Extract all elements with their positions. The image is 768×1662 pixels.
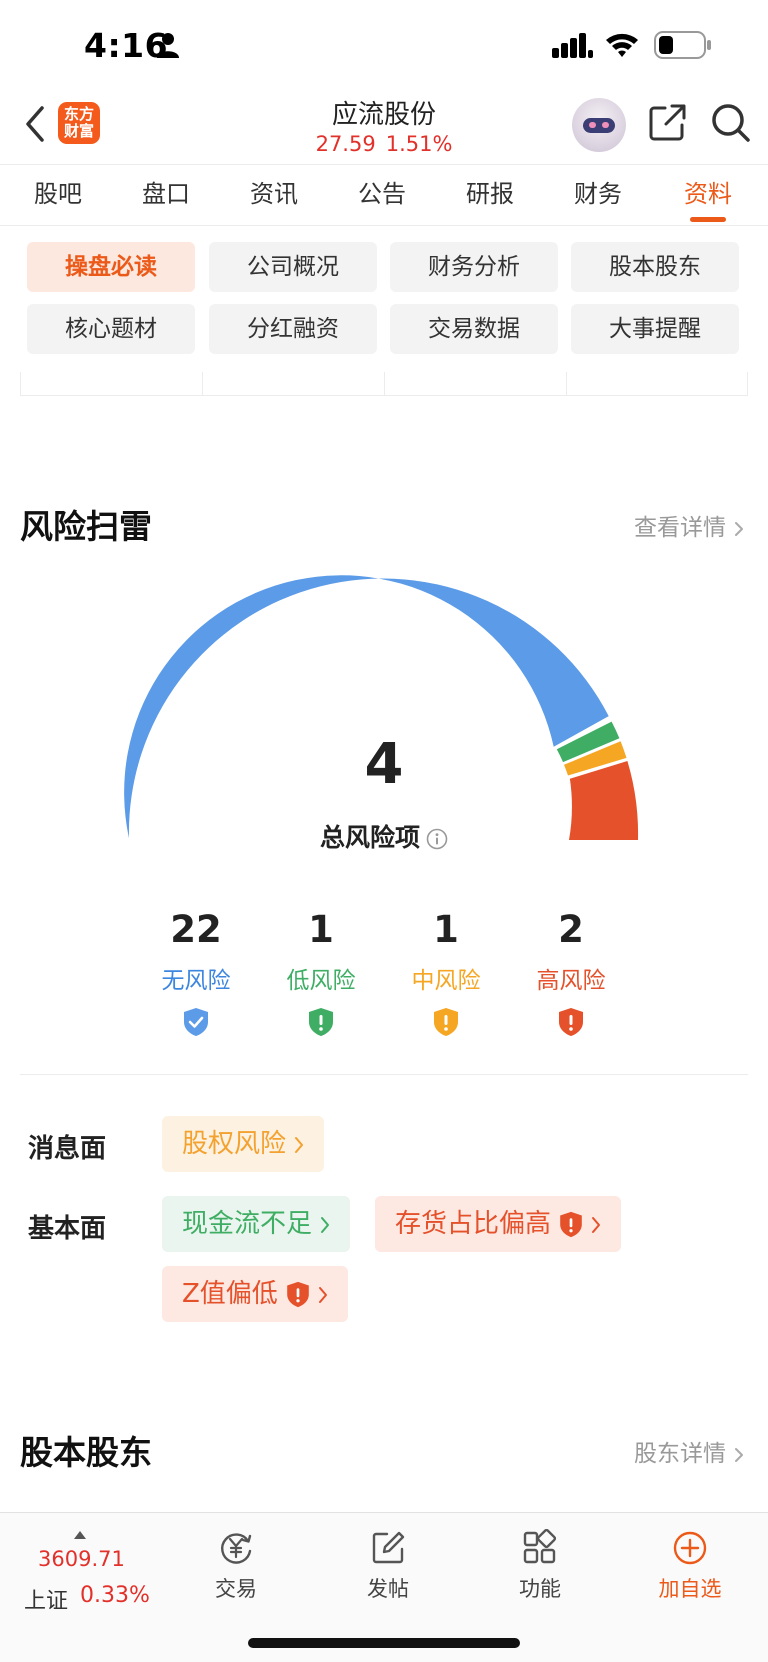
chip-dividends-financing[interactable]: 分红融资 bbox=[209, 304, 377, 354]
tag-text: 存货占比偏高 bbox=[395, 1209, 552, 1239]
share-icon[interactable] bbox=[648, 102, 688, 142]
stat-count: 1 bbox=[308, 908, 334, 951]
ai-assistant-avatar[interactable] bbox=[572, 98, 626, 152]
wifi-icon bbox=[606, 33, 638, 57]
chevron-right-icon bbox=[321, 1216, 330, 1233]
tab-announcements[interactable]: 公告 bbox=[332, 165, 432, 225]
tag-insufficient-cashflow[interactable]: 现金流不足 bbox=[162, 1196, 351, 1252]
add-watchlist-button[interactable]: 加自选 bbox=[640, 1529, 740, 1603]
total-risk-label-text: 总风险项 bbox=[319, 823, 420, 852]
tag-equity-risk[interactable]: 股权风险 bbox=[162, 1116, 325, 1172]
index-name: 上证 bbox=[24, 1589, 69, 1614]
chip-company-overview[interactable]: 公司概况 bbox=[209, 242, 377, 292]
chevron-right-icon bbox=[295, 1136, 304, 1153]
tag-low-z-score[interactable]: Z值偏低 bbox=[162, 1266, 348, 1322]
index-up-arrow-icon bbox=[74, 1531, 86, 1539]
cellular-signal-icon bbox=[552, 33, 593, 58]
risk-details-link[interactable]: 查看详情 bbox=[634, 508, 744, 542]
chevron-right-icon bbox=[735, 521, 743, 536]
stat-high-risk[interactable]: 2 高风险 bbox=[501, 908, 641, 1037]
gauge-segment-none bbox=[124, 575, 609, 839]
trade-label: 交易 bbox=[215, 1577, 257, 1601]
shareholder-section-title: 股本股东 bbox=[20, 1433, 152, 1472]
stat-label: 高风险 bbox=[536, 968, 606, 994]
yuan-exchange-icon bbox=[221, 1533, 252, 1564]
tab-profile[interactable]: 资料 bbox=[658, 165, 758, 225]
table-bottom-edge bbox=[20, 372, 748, 396]
section-divider bbox=[20, 1074, 748, 1075]
features-label: 功能 bbox=[519, 1577, 561, 1601]
stat-no-risk[interactable]: 22 无风险 bbox=[126, 908, 266, 1037]
chip-share-capital[interactable]: 股本股东 bbox=[571, 242, 739, 292]
robot-visor-icon bbox=[583, 118, 615, 133]
chip-trading-data[interactable]: 交易数据 bbox=[390, 304, 558, 354]
stat-count: 22 bbox=[170, 908, 222, 951]
tab-research[interactable]: 研报 bbox=[440, 165, 540, 225]
tag-high-inventory-ratio[interactable]: 存货占比偏高 bbox=[375, 1196, 622, 1252]
features-button[interactable]: 功能 bbox=[490, 1529, 590, 1603]
stat-label: 中风险 bbox=[411, 968, 481, 994]
stat-medium-risk[interactable]: 1 中风险 bbox=[376, 908, 516, 1037]
tag-text: 现金流不足 bbox=[182, 1209, 313, 1239]
shareholder-details-label: 股东详情 bbox=[634, 1441, 726, 1467]
home-indicator[interactable] bbox=[248, 1638, 520, 1648]
post-label: 发帖 bbox=[367, 1577, 409, 1601]
shield-alert-icon bbox=[560, 1211, 582, 1238]
chip-major-events[interactable]: 大事提醒 bbox=[571, 304, 739, 354]
stat-count: 1 bbox=[433, 908, 459, 951]
index-value: 3609.71 bbox=[38, 1547, 125, 1571]
tab-finance[interactable]: 财务 bbox=[548, 165, 648, 225]
chevron-right-icon bbox=[592, 1216, 601, 1233]
index-change: 0.33% bbox=[80, 1583, 150, 1608]
row-label-fundamentals: 基本面 bbox=[28, 1214, 107, 1244]
shield-alert-icon bbox=[559, 1008, 583, 1036]
stock-price: 27.59 bbox=[315, 132, 376, 156]
add-circle-icon bbox=[673, 1531, 707, 1565]
grid-icon bbox=[523, 1529, 557, 1564]
risk-gauge bbox=[124, 575, 639, 840]
post-button[interactable]: 发帖 bbox=[338, 1529, 438, 1603]
shield-alert-icon bbox=[434, 1008, 458, 1036]
risk-section-title: 风险扫雷 bbox=[20, 507, 152, 546]
trade-button[interactable]: 交易 bbox=[186, 1529, 286, 1603]
row-label-news: 消息面 bbox=[28, 1134, 107, 1164]
compose-icon bbox=[372, 1531, 405, 1564]
tab-guba[interactable]: 股吧 bbox=[8, 165, 108, 225]
tag-text: 股权风险 bbox=[182, 1129, 287, 1159]
detail-tabs: 股吧 盘口 资讯 公告 研报 财务 资料 bbox=[0, 164, 768, 226]
shield-check-icon bbox=[184, 1008, 208, 1036]
chip-trading-must-read[interactable]: 操盘必读 bbox=[27, 242, 195, 292]
tab-pankou[interactable]: 盘口 bbox=[116, 165, 216, 225]
stat-count: 2 bbox=[558, 908, 584, 951]
add-watchlist-label: 加自选 bbox=[658, 1577, 722, 1601]
chip-financial-analysis[interactable]: 财务分析 bbox=[390, 242, 558, 292]
shield-alert-icon bbox=[287, 1281, 309, 1308]
total-risk-count: 4 bbox=[364, 732, 404, 797]
total-risk-label: 总风险项 bbox=[0, 818, 768, 854]
chevron-right-icon bbox=[735, 1447, 743, 1462]
tab-news[interactable]: 资讯 bbox=[224, 165, 324, 225]
shield-alert-icon bbox=[309, 1008, 333, 1036]
stat-low-risk[interactable]: 1 低风险 bbox=[251, 908, 391, 1037]
search-icon[interactable] bbox=[710, 102, 752, 144]
battery-icon bbox=[654, 31, 711, 59]
stat-label: 低风险 bbox=[286, 968, 356, 994]
status-bar: 4:16 bbox=[0, 0, 768, 92]
chevron-right-icon bbox=[318, 1286, 327, 1303]
risk-details-label: 查看详情 bbox=[634, 515, 726, 541]
active-tab-indicator bbox=[690, 217, 726, 222]
chip-core-themes[interactable]: 核心题材 bbox=[27, 304, 195, 354]
info-icon[interactable] bbox=[426, 828, 448, 850]
person-icon bbox=[157, 33, 179, 58]
shareholder-details-link[interactable]: 股东详情 bbox=[634, 1434, 744, 1468]
stat-label: 无风险 bbox=[161, 968, 231, 994]
stock-change-pct: 1.51% bbox=[385, 132, 453, 156]
stock-header: 东方财富 应流股份 27.59 1.51% bbox=[0, 92, 768, 164]
tag-text: Z值偏低 bbox=[182, 1279, 278, 1309]
